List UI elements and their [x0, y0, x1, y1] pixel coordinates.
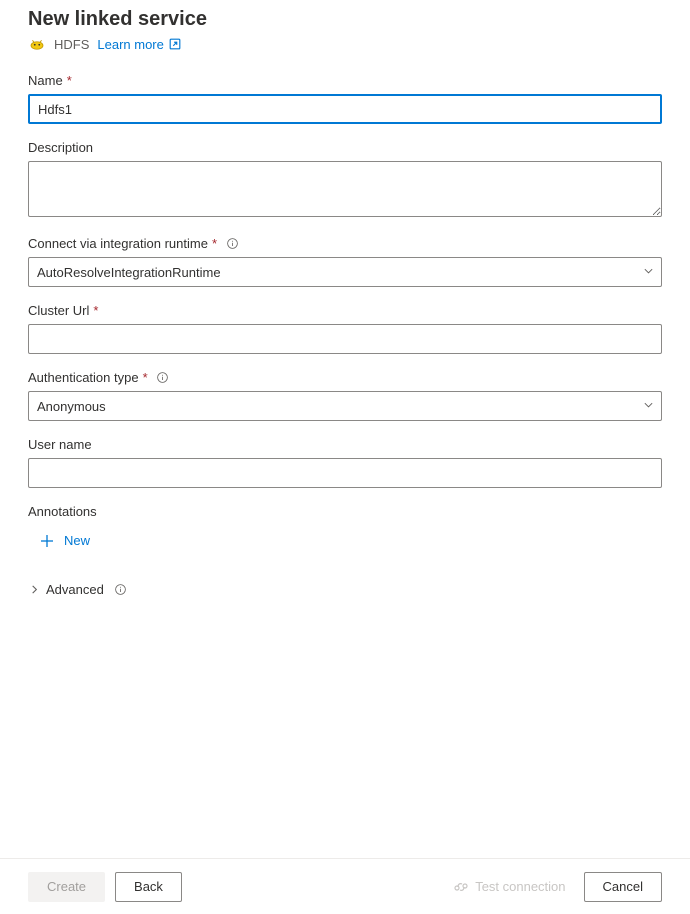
chevron-right-icon: [28, 584, 40, 596]
footer-left: Create Back: [28, 872, 182, 902]
service-type-label: HDFS: [54, 37, 89, 52]
auth-type-select[interactable]: Anonymous: [28, 391, 662, 421]
annotations-group: Annotations New: [28, 504, 662, 552]
user-name-input[interactable]: [28, 458, 662, 488]
name-label: Name *: [28, 73, 662, 88]
cluster-url-group: Cluster Url *: [28, 303, 662, 354]
footer: Create Back Test connection Cancel: [0, 858, 690, 914]
connection-icon: [453, 879, 469, 895]
auth-type-label: Authentication type *: [28, 370, 662, 385]
advanced-toggle[interactable]: Advanced: [28, 582, 128, 597]
user-name-group: User name: [28, 437, 662, 488]
required-indicator: *: [93, 303, 98, 318]
info-icon[interactable]: [156, 371, 170, 385]
runtime-group: Connect via integration runtime * AutoRe…: [28, 236, 662, 287]
test-connection-button: Test connection: [445, 879, 573, 895]
back-button[interactable]: Back: [115, 872, 182, 902]
footer-right: Test connection Cancel: [445, 872, 662, 902]
linked-service-panel: New linked service HDFS Learn more Name: [0, 0, 690, 598]
required-indicator: *: [143, 370, 148, 385]
plus-icon: [40, 534, 54, 548]
create-button[interactable]: Create: [28, 872, 105, 902]
cluster-url-input[interactable]: [28, 324, 662, 354]
add-annotation-button[interactable]: New: [28, 529, 90, 552]
required-indicator: *: [67, 73, 72, 88]
user-name-label: User name: [28, 437, 662, 452]
cluster-url-label: Cluster Url *: [28, 303, 662, 318]
info-icon[interactable]: [225, 237, 239, 251]
info-icon[interactable]: [114, 583, 128, 597]
cancel-button[interactable]: Cancel: [584, 872, 662, 902]
runtime-label: Connect via integration runtime *: [28, 236, 662, 251]
name-input[interactable]: [28, 94, 662, 124]
annotations-label: Annotations: [28, 504, 662, 519]
description-input[interactable]: [28, 161, 662, 217]
page-title: New linked service: [28, 8, 662, 31]
external-link-icon: [168, 37, 182, 51]
description-group: Description: [28, 140, 662, 220]
hdfs-icon: [28, 35, 46, 53]
runtime-select[interactable]: AutoResolveIntegrationRuntime: [28, 257, 662, 287]
name-group: Name *: [28, 73, 662, 124]
learn-more-link[interactable]: Learn more: [97, 37, 181, 52]
description-label: Description: [28, 140, 662, 155]
subheader: HDFS Learn more: [28, 35, 662, 53]
auth-type-group: Authentication type * Anonymous: [28, 370, 662, 421]
required-indicator: *: [212, 236, 217, 251]
